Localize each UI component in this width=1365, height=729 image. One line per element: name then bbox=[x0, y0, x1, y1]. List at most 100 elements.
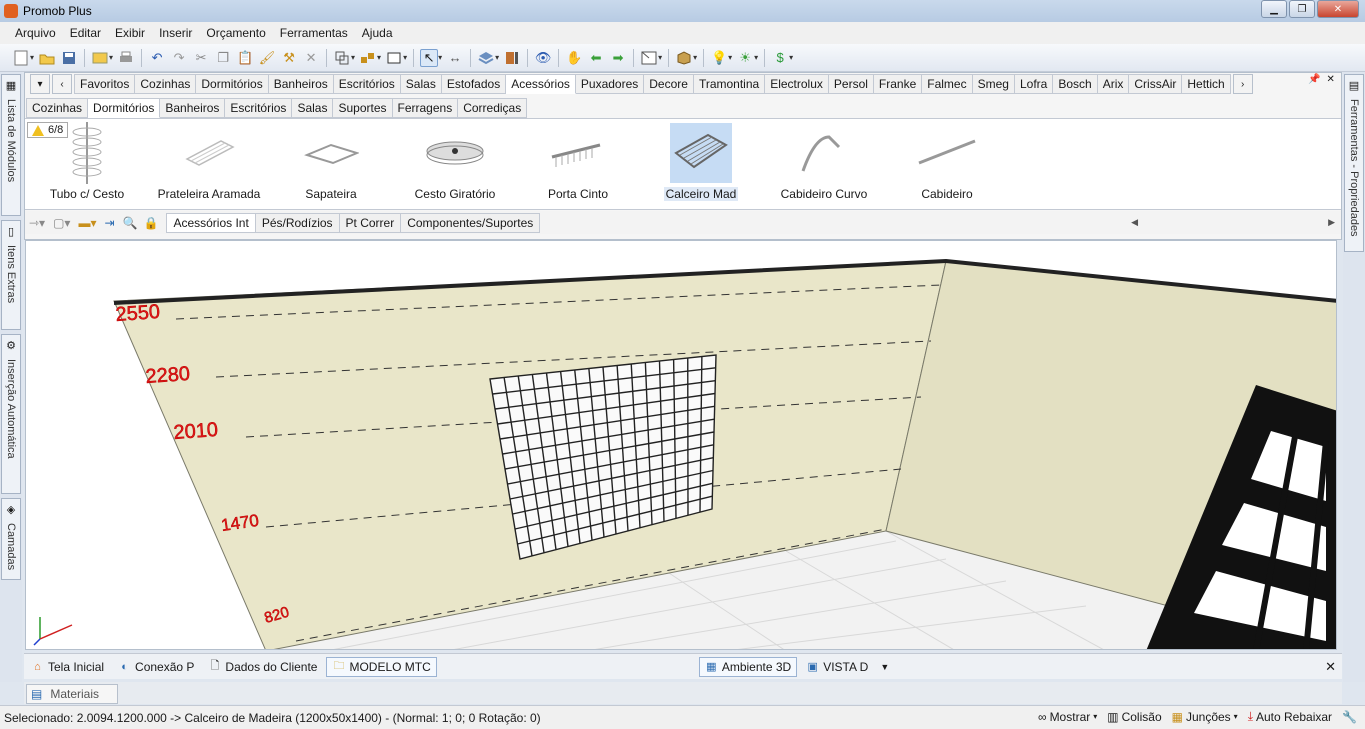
box-icon[interactable] bbox=[675, 49, 693, 67]
cat-tab-tramontina[interactable]: Tramontina bbox=[693, 74, 766, 94]
cat-tab-smeg[interactable]: Smeg bbox=[972, 74, 1015, 94]
sub-tab-escritorios[interactable]: Escritórios bbox=[225, 97, 293, 118]
layers-icon[interactable] bbox=[477, 49, 495, 67]
category-menu-button[interactable]: ▾ bbox=[30, 74, 50, 94]
cat-tab-persol[interactable]: Persol bbox=[828, 74, 874, 94]
3d-viewport[interactable]: 2550 2280 2010 1470 820 bbox=[25, 240, 1337, 650]
tools-icon[interactable]: 🔧 bbox=[1342, 710, 1357, 724]
view-icon[interactable]: 👁 bbox=[534, 49, 552, 67]
item-cabideiro[interactable]: Cabideiro bbox=[891, 123, 1003, 205]
forward-icon[interactable]: ➡ bbox=[609, 49, 627, 67]
cut-icon[interactable]: ✂ bbox=[192, 49, 210, 67]
print-icon[interactable] bbox=[117, 49, 135, 67]
cat-tab-favoritos[interactable]: Favoritos bbox=[74, 74, 136, 94]
cat-tab-lofra[interactable]: Lofra bbox=[1014, 74, 1054, 94]
camera-icon[interactable]: ✋ bbox=[565, 49, 583, 67]
insert-mode-icon[interactable]: ⇾▾ bbox=[29, 216, 45, 230]
menu-arquivo[interactable]: Arquivo bbox=[8, 26, 63, 40]
select-icon[interactable]: ↖ bbox=[420, 48, 439, 67]
light-icon[interactable]: 💡 bbox=[710, 49, 728, 67]
sub-tab-cozinhas[interactable]: Cozinhas bbox=[26, 97, 89, 118]
pin-icon[interactable]: 📌 bbox=[1308, 74, 1320, 85]
dock-tab-ferramentas-propriedades[interactable]: ▤ Ferramentas - Propriedades bbox=[1344, 74, 1364, 252]
cat-tab-arix[interactable]: Arix bbox=[1097, 74, 1130, 94]
open-icon[interactable] bbox=[38, 49, 56, 67]
doc-tab-ambiente-3d[interactable]: ▦ Ambiente 3D bbox=[698, 656, 798, 677]
money-icon[interactable]: $ bbox=[771, 49, 789, 67]
group-icon[interactable] bbox=[333, 49, 351, 67]
item-cesto-giratorio[interactable]: Cesto Giratório bbox=[399, 123, 511, 205]
colisao-button[interactable]: ▥ Colisão bbox=[1107, 710, 1161, 724]
category-scroll-right-button[interactable]: › bbox=[1232, 74, 1253, 94]
scroll-left-icon[interactable]: ◀ bbox=[1131, 217, 1138, 228]
shape-icon[interactable] bbox=[385, 49, 403, 67]
cat-tab-falmec[interactable]: Falmec bbox=[922, 74, 973, 94]
materials-tab[interactable]: ▤ Materiais bbox=[26, 684, 118, 704]
cat-tab-franke[interactable]: Franke bbox=[873, 74, 923, 94]
menu-inserir[interactable]: Inserir bbox=[152, 26, 199, 40]
dock-tab-insercao-automatica[interactable]: ⚙ Inserção Automática bbox=[1, 334, 21, 494]
cat-tab-escritorios[interactable]: Escritórios bbox=[333, 74, 401, 94]
doc-tab-vista-d[interactable]: ▣ VISTA D ▼ bbox=[801, 657, 894, 677]
panel-close-icon[interactable]: ✕ bbox=[1326, 74, 1334, 85]
item-porta-cinto[interactable]: Porta Cinto bbox=[522, 123, 634, 205]
sub-tab-dormitorios[interactable]: Dormitórios bbox=[88, 97, 161, 118]
item-prateleira-aramada[interactable]: Prateleira Aramada bbox=[153, 123, 265, 205]
view-mode-icon[interactable]: ▢▾ bbox=[53, 216, 70, 230]
cat-tab-electrolux[interactable]: Electrolux bbox=[765, 74, 829, 94]
cat-tab-estofados[interactable]: Estofados bbox=[441, 74, 507, 94]
mostrar-button[interactable]: ∞ Mostrar ▾ bbox=[1038, 710, 1097, 724]
sub-tab-salas[interactable]: Salas bbox=[292, 97, 334, 118]
item-cabideiro-curvo[interactable]: Cabideiro Curvo bbox=[768, 123, 880, 205]
cat-tab-salas[interactable]: Salas bbox=[400, 74, 442, 94]
sub-tab-suportes[interactable]: Suportes bbox=[333, 97, 393, 118]
render-icon[interactable]: ☀ bbox=[736, 49, 754, 67]
layout-icon[interactable] bbox=[91, 49, 109, 67]
close-document-icon[interactable]: ✕ bbox=[1325, 659, 1336, 675]
size-mode-icon[interactable]: ▬▾ bbox=[78, 216, 96, 230]
copy-icon[interactable]: ❐ bbox=[214, 49, 232, 67]
sec-tab-pes-rodizios[interactable]: Pés/Rodízios bbox=[255, 212, 340, 233]
cat-tab-bosch[interactable]: Bosch bbox=[1053, 74, 1098, 94]
cat-tab-dormitorios[interactable]: Dormitórios bbox=[196, 74, 269, 94]
undo-icon[interactable]: ↶ bbox=[148, 49, 166, 67]
window-icon[interactable] bbox=[640, 49, 658, 67]
chevron-down-icon[interactable]: ▼ bbox=[880, 662, 889, 672]
menu-ajuda[interactable]: Ajuda bbox=[355, 26, 400, 40]
assemble-icon[interactable] bbox=[359, 49, 377, 67]
brush-icon[interactable]: 🖌 bbox=[258, 49, 276, 67]
minimize-button[interactable]: ▁ bbox=[1261, 0, 1287, 18]
back-icon[interactable]: ⬅ bbox=[587, 49, 605, 67]
redo-icon[interactable]: ↷ bbox=[170, 49, 188, 67]
cat-tab-banheiros[interactable]: Banheiros bbox=[268, 74, 334, 94]
delete-icon[interactable]: ✕ bbox=[302, 49, 320, 67]
cat-tab-crissair[interactable]: CrissAir bbox=[1129, 74, 1183, 94]
dock-tab-lista-modulos[interactable]: ▦ Lista de Módulos bbox=[1, 74, 21, 216]
cat-tab-cozinhas[interactable]: Cozinhas bbox=[135, 74, 197, 94]
scroll-right-icon[interactable]: ▶ bbox=[1328, 217, 1335, 228]
auto-rebaixar-button[interactable]: ⤓ Auto Rebaixar bbox=[1248, 709, 1332, 724]
cat-tab-decore[interactable]: Decore bbox=[644, 74, 694, 94]
lock-icon[interactable]: 🔒 bbox=[144, 216, 159, 230]
maximize-button[interactable]: ❐ bbox=[1289, 0, 1315, 18]
insert-icon[interactable]: ⇥ bbox=[104, 216, 114, 230]
menu-exibir[interactable]: Exibir bbox=[108, 26, 152, 40]
door-icon[interactable] bbox=[503, 49, 521, 67]
sec-tab-componentes-suportes[interactable]: Componentes/Suportes bbox=[401, 212, 541, 233]
dock-tab-itens-extras[interactable]: ▯ Itens Extras bbox=[1, 220, 21, 330]
juncoes-button[interactable]: ▦ Junções ▾ bbox=[1172, 710, 1238, 724]
doc-tab-conexao-p[interactable]: ◐ Conexão P bbox=[113, 657, 199, 677]
save-icon[interactable] bbox=[60, 49, 78, 67]
menu-orcamento[interactable]: Orçamento bbox=[199, 26, 272, 40]
cat-tab-hettich[interactable]: Hettich bbox=[1182, 74, 1231, 94]
sub-tab-banheiros[interactable]: Banheiros bbox=[160, 97, 226, 118]
menu-ferramentas[interactable]: Ferramentas bbox=[273, 26, 355, 40]
dock-tab-camadas[interactable]: ◈ Camadas bbox=[1, 498, 21, 580]
doc-tab-modelo-mtc[interactable]: 🗀 MODELO MTC bbox=[326, 656, 437, 677]
sub-tab-ferragens[interactable]: Ferragens bbox=[392, 97, 459, 118]
menu-editar[interactable]: Editar bbox=[63, 26, 108, 40]
sec-tab-pt-correr[interactable]: Pt Correr bbox=[339, 212, 402, 233]
sub-tab-corredicas[interactable]: Corrediças bbox=[458, 97, 528, 118]
doc-tab-dados-cliente[interactable]: 🗋 Dados do Cliente bbox=[203, 657, 322, 677]
paste-icon[interactable]: 📋 bbox=[236, 49, 254, 67]
